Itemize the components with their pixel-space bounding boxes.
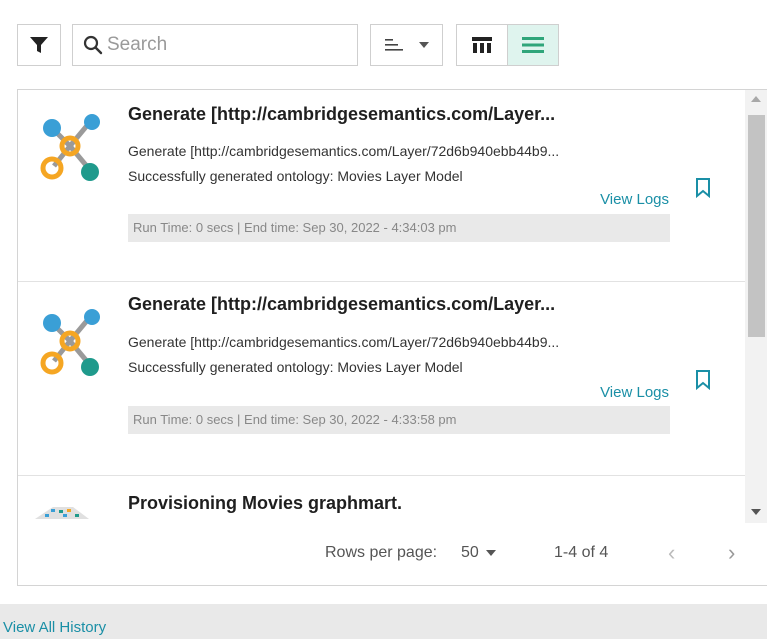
- scroll-down-arrow-icon[interactable]: [751, 509, 761, 515]
- item-status: Successfully generated ontology: Movies …: [128, 359, 463, 375]
- search-icon: [83, 35, 103, 55]
- footer-bar: View All History: [0, 604, 767, 639]
- filter-button[interactable]: [17, 24, 61, 66]
- table-view-button[interactable]: [456, 24, 508, 66]
- page-range: 1-4 of 4: [554, 544, 609, 561]
- run-time-meta: Run Time: 0 secs | End time: Sep 30, 202…: [128, 214, 670, 242]
- item-title: Generate [http://cambridgesemantics.com/…: [128, 104, 556, 124]
- list-item: Generate [http://cambridgesemantics.com/…: [18, 282, 745, 476]
- item-title: Provisioning Movies graphmart.: [128, 493, 403, 513]
- filter-icon: [30, 37, 48, 53]
- history-panel: Generate [http://cambridgesemantics.com/…: [17, 89, 767, 586]
- scrollbar[interactable]: [745, 90, 767, 523]
- chevron-down-icon: [418, 42, 429, 48]
- item-detail: Generate [http://cambridgesemantics.com/…: [128, 143, 560, 159]
- list-view-button[interactable]: [507, 24, 559, 66]
- view-all-history-link[interactable]: View All History: [3, 619, 106, 636]
- view-logs-link[interactable]: View Logs: [600, 384, 669, 401]
- rows-per-page-label: Rows per page:: [325, 544, 438, 561]
- search-input[interactable]: [107, 34, 347, 56]
- bookmark-icon[interactable]: [695, 370, 711, 390]
- item-detail: Generate [http://cambridgesemantics.com/…: [128, 334, 560, 350]
- pagination: Rows per page: 50 1-4 of 4 ‹ ›: [18, 523, 767, 585]
- run-time-meta: Run Time: 0 secs | End time: Sep 30, 202…: [128, 406, 670, 434]
- rows-per-page-value: 50: [461, 544, 479, 561]
- list-item: Generate [http://cambridgesemantics.com/…: [18, 90, 745, 282]
- bookmark-icon[interactable]: [695, 178, 711, 198]
- scroll-up-arrow-icon[interactable]: [751, 96, 761, 102]
- previous-page-button[interactable]: ‹: [668, 540, 675, 566]
- ontology-molecule-icon: [40, 114, 100, 181]
- list-item: Provisioning Movies graphmart.: [18, 476, 745, 523]
- next-page-button[interactable]: ›: [728, 540, 735, 566]
- chevron-down-icon: [485, 549, 496, 556]
- rows-per-page-select[interactable]: 50: [461, 544, 496, 562]
- ontology-molecule-icon: [40, 309, 100, 376]
- item-status: Successfully generated ontology: Movies …: [128, 168, 463, 184]
- scrollbar-thumb[interactable]: [748, 115, 765, 337]
- graphmart-icon: [35, 507, 89, 519]
- search-field[interactable]: [72, 24, 358, 66]
- sort-dropdown[interactable]: [370, 24, 443, 66]
- toolbar: [17, 24, 577, 66]
- table-view-icon: [472, 37, 492, 53]
- sort-lines-icon: [384, 39, 403, 51]
- list-view-icon: [522, 37, 544, 53]
- view-logs-link[interactable]: View Logs: [600, 191, 669, 208]
- item-title: Generate [http://cambridgesemantics.com/…: [128, 294, 556, 314]
- history-list: Generate [http://cambridgesemantics.com/…: [18, 90, 745, 523]
